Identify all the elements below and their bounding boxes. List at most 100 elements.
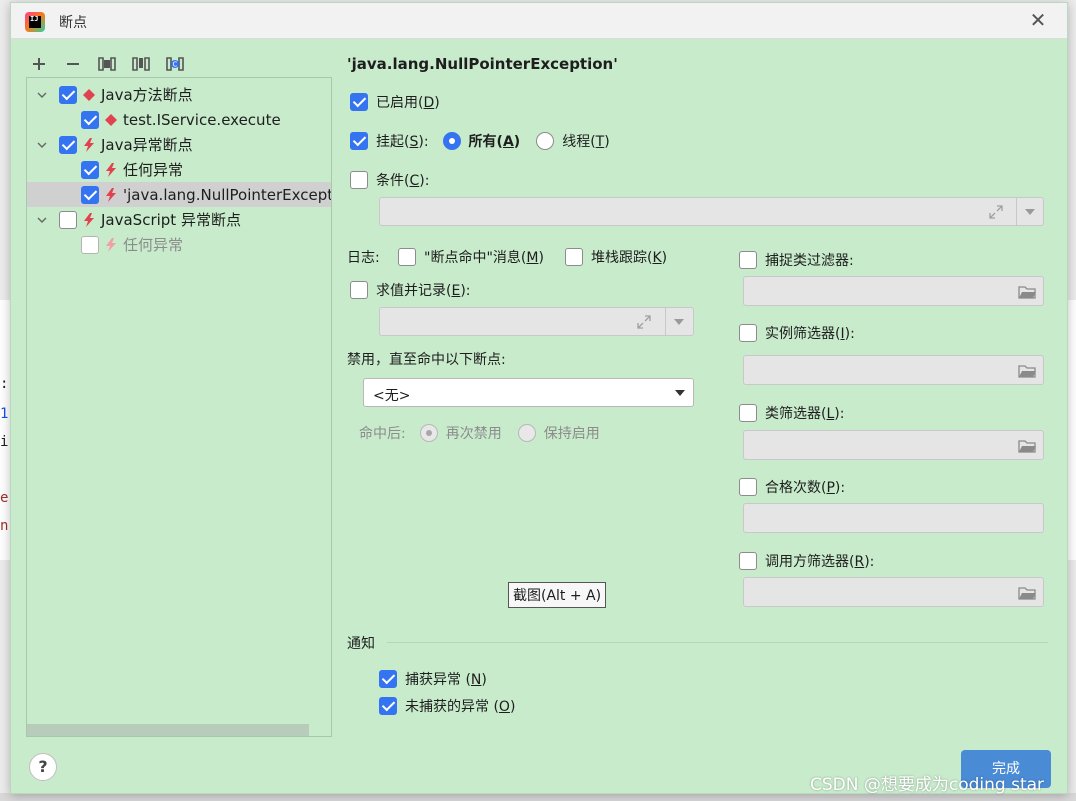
tree-item-label: 'java.lang.NullPointerExceptio — [123, 185, 332, 204]
caller-filter-checkbox[interactable] — [739, 552, 757, 570]
checkbox[interactable] — [81, 110, 99, 129]
tree-item-java-exception-breakpoints[interactable]: Java异常断点 — [27, 132, 331, 157]
remove-icon[interactable] — [63, 54, 83, 74]
enabled-checkbox[interactable] — [350, 93, 368, 111]
after-hit-label: 命中后: — [359, 426, 406, 442]
log-message-row[interactable]: "断点命中"消息(M) — [398, 247, 544, 267]
uncaught-exception-checkbox[interactable] — [379, 697, 397, 715]
method-breakpoint-icon — [103, 112, 119, 128]
tree-item-java-method-breakpoints[interactable]: Java方法断点 — [27, 82, 331, 107]
suspend-all-radio[interactable] — [442, 132, 461, 150]
catch-class-filter-input[interactable] — [743, 276, 1044, 306]
tree-toolbar: C — [29, 51, 185, 77]
condition-checkbox[interactable] — [350, 171, 368, 189]
breakpoints-dialog: IJ 断点 ✕ C Java方法断点 test.IService.execute… — [10, 2, 1068, 794]
group-by-class-icon[interactable]: C — [165, 54, 185, 74]
evaluate-input[interactable] — [379, 307, 694, 336]
checkbox[interactable] — [81, 235, 99, 254]
help-button[interactable]: ? — [29, 753, 57, 781]
checkbox[interactable] — [59, 135, 77, 154]
caught-exception-label: 捕获异常 (N) — [405, 672, 487, 688]
pass-count-checkbox[interactable] — [739, 478, 757, 496]
horizontal-scrollbar[interactable] — [27, 724, 309, 736]
condition-input[interactable] — [379, 197, 1044, 226]
suspend-thread-radio[interactable] — [536, 132, 555, 150]
pass-count-input[interactable] — [743, 503, 1044, 533]
caller-filter-input[interactable] — [743, 577, 1044, 607]
stack-trace-row[interactable]: 堆栈跟踪(K) — [565, 247, 667, 267]
disable-until-select[interactable]: <无> — [363, 378, 694, 407]
intellij-icon: IJ — [25, 12, 45, 32]
exception-breakpoint-icon — [103, 162, 119, 178]
catch-class-filter-row[interactable]: 捕捉类过滤器: — [739, 250, 854, 270]
expand-icon[interactable] — [988, 204, 1004, 220]
class-filter-checkbox[interactable] — [739, 404, 757, 422]
expand-icon[interactable] — [636, 314, 652, 330]
exception-breakpoint-icon — [81, 137, 97, 153]
group-by-package-icon[interactable] — [131, 54, 151, 74]
pass-count-label: 合格次数(P): — [765, 480, 846, 496]
disable-until-label: 禁用，直至命中以下断点: — [347, 352, 506, 368]
suspend-label: 挂起(S): — [376, 134, 429, 150]
chevron-down-icon[interactable] — [674, 319, 684, 325]
catch-class-filter-checkbox[interactable] — [739, 251, 757, 269]
tree-item-js-any-exception[interactable]: 任何异常 — [27, 232, 331, 257]
evaluate-row[interactable]: 求值并记录(E): — [350, 280, 471, 300]
evaluate-label: 求值并记录(E): — [376, 283, 471, 299]
stack-trace-label: 堆栈跟踪(K) — [591, 250, 668, 266]
tree-item-npe-breakpoint[interactable]: 'java.lang.NullPointerExceptio — [27, 182, 331, 207]
checkbox[interactable] — [81, 160, 99, 179]
uncaught-exception-row[interactable]: 未捕获的异常 (O) — [379, 696, 515, 716]
class-filter-input[interactable] — [743, 430, 1044, 460]
condition-row[interactable]: 条件(C): — [350, 170, 429, 190]
bg-char: : — [0, 376, 9, 392]
after-hit-disable-radio[interactable] — [419, 424, 438, 442]
evaluate-checkbox[interactable] — [350, 281, 368, 299]
caller-filter-row[interactable]: 调用方筛选器(R): — [739, 551, 874, 571]
tree-item-javascript-exception-breakpoints[interactable]: JavaScript 异常断点 — [27, 207, 331, 232]
class-filter-row[interactable]: 类筛选器(L): — [739, 403, 844, 423]
after-hit-row: 命中后: 再次禁用 保持启用 — [359, 423, 600, 443]
log-message-checkbox[interactable] — [398, 248, 416, 266]
instance-filter-input[interactable] — [743, 355, 1044, 385]
folder-icon[interactable] — [1018, 285, 1036, 299]
after-hit-keep-radio[interactable] — [517, 424, 536, 442]
tree-item-iservice-execute[interactable]: test.IService.execute — [27, 107, 331, 132]
folder-icon[interactable] — [1018, 364, 1036, 378]
log-message-label: "断点命中"消息(M) — [424, 250, 544, 266]
suspend-all-label: 所有(A) — [468, 134, 521, 150]
chevron-down-icon[interactable] — [1025, 209, 1035, 215]
enabled-label: 已启用(D) — [376, 95, 440, 111]
chevron-down-icon[interactable] — [675, 390, 685, 396]
after-hit-keep-label: 保持启用 — [543, 426, 600, 442]
condition-label: 条件(C): — [376, 173, 430, 189]
instance-filter-checkbox[interactable] — [739, 324, 757, 342]
checkbox[interactable] — [81, 185, 99, 204]
close-button[interactable]: ✕ — [1027, 10, 1049, 32]
pass-count-row[interactable]: 合格次数(P): — [739, 477, 845, 497]
tree-item-label: test.IService.execute — [123, 110, 281, 129]
group-by-file-icon[interactable] — [97, 54, 117, 74]
stack-trace-checkbox[interactable] — [565, 248, 583, 266]
enabled-checkbox-row[interactable]: 已启用(D) — [350, 92, 440, 112]
folder-icon[interactable] — [1018, 439, 1036, 453]
chevron-down-icon[interactable] — [35, 213, 49, 227]
chevron-down-icon[interactable] — [35, 88, 49, 102]
title-bar: IJ 断点 ✕ — [11, 3, 1067, 39]
instance-filter-row[interactable]: 实例筛选器(I): — [739, 323, 855, 343]
suspend-checkbox[interactable] — [350, 132, 368, 150]
checkbox[interactable] — [59, 210, 77, 229]
tree-item-label: Java异常断点 — [101, 136, 193, 154]
checkbox[interactable] — [59, 85, 77, 104]
folder-icon[interactable] — [1018, 586, 1036, 600]
tree-item-any-exception[interactable]: 任何异常 — [27, 157, 331, 182]
caught-exception-row[interactable]: 捕获异常 (N) — [379, 669, 487, 689]
divider — [387, 642, 1048, 643]
exception-breakpoint-icon — [81, 212, 97, 228]
caller-filter-label: 调用方筛选器(R): — [765, 554, 875, 570]
caught-exception-checkbox[interactable] — [379, 670, 397, 688]
chevron-down-icon[interactable] — [35, 138, 49, 152]
notify-label: 通知 — [347, 636, 375, 652]
after-hit-disable-label: 再次禁用 — [445, 426, 502, 442]
add-icon[interactable] — [29, 54, 49, 74]
